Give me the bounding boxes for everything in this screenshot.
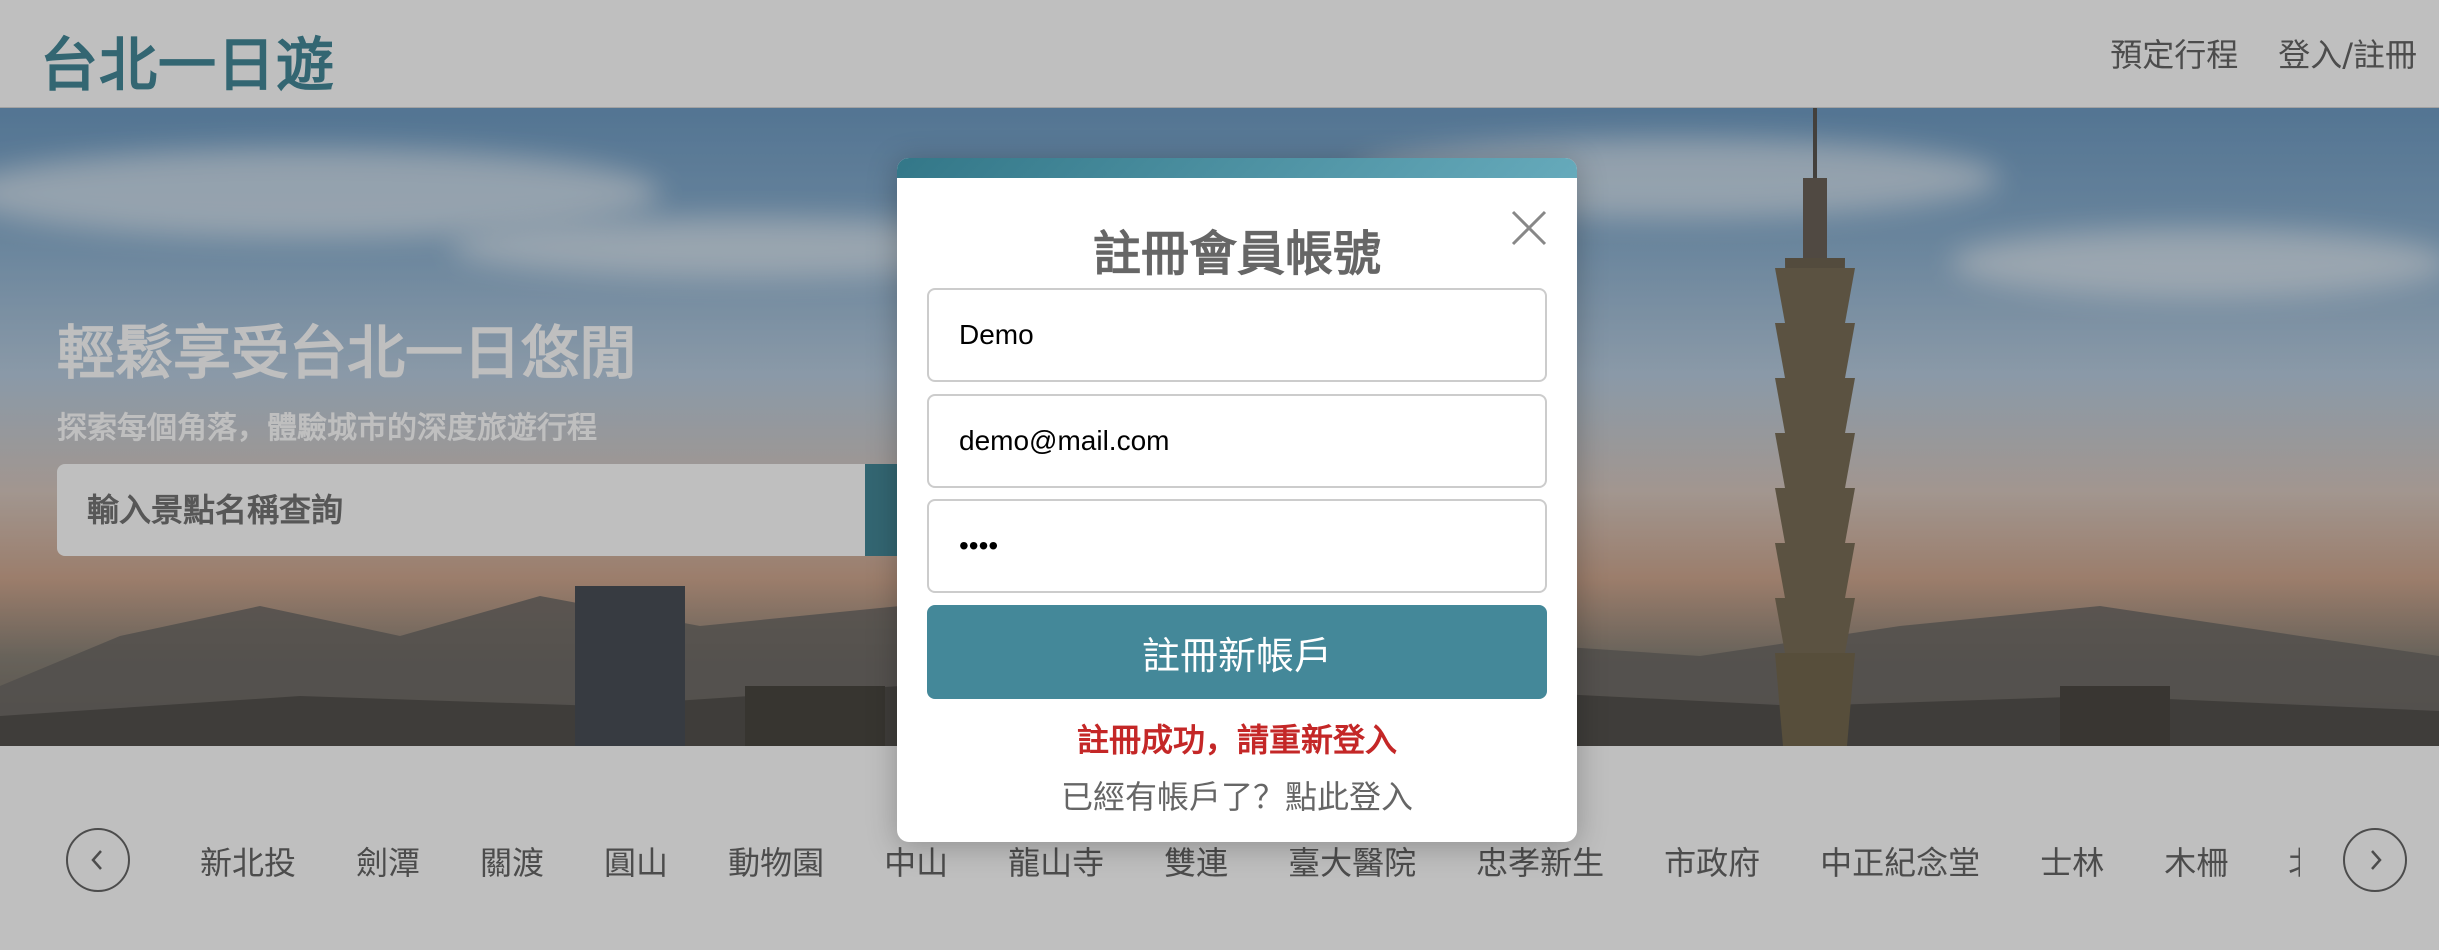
switch-to-login-link[interactable]: 已經有帳戶了？點此登入 <box>897 772 1577 818</box>
register-dialog: 註冊會員帳號 註冊新帳戶 註冊成功，請重新登入 已經有帳戶了？點此登入 <box>897 158 1577 842</box>
dialog-title: 註冊會員帳號 <box>1092 226 1381 282</box>
email-field[interactable] <box>927 394 1547 488</box>
status-message: 註冊成功，請重新登入 <box>1076 721 1397 759</box>
dialog-accent-bar <box>897 158 1577 178</box>
name-field[interactable] <box>927 288 1547 382</box>
register-submit-button[interactable]: 註冊新帳戶 <box>927 605 1547 699</box>
password-field[interactable] <box>927 499 1547 593</box>
